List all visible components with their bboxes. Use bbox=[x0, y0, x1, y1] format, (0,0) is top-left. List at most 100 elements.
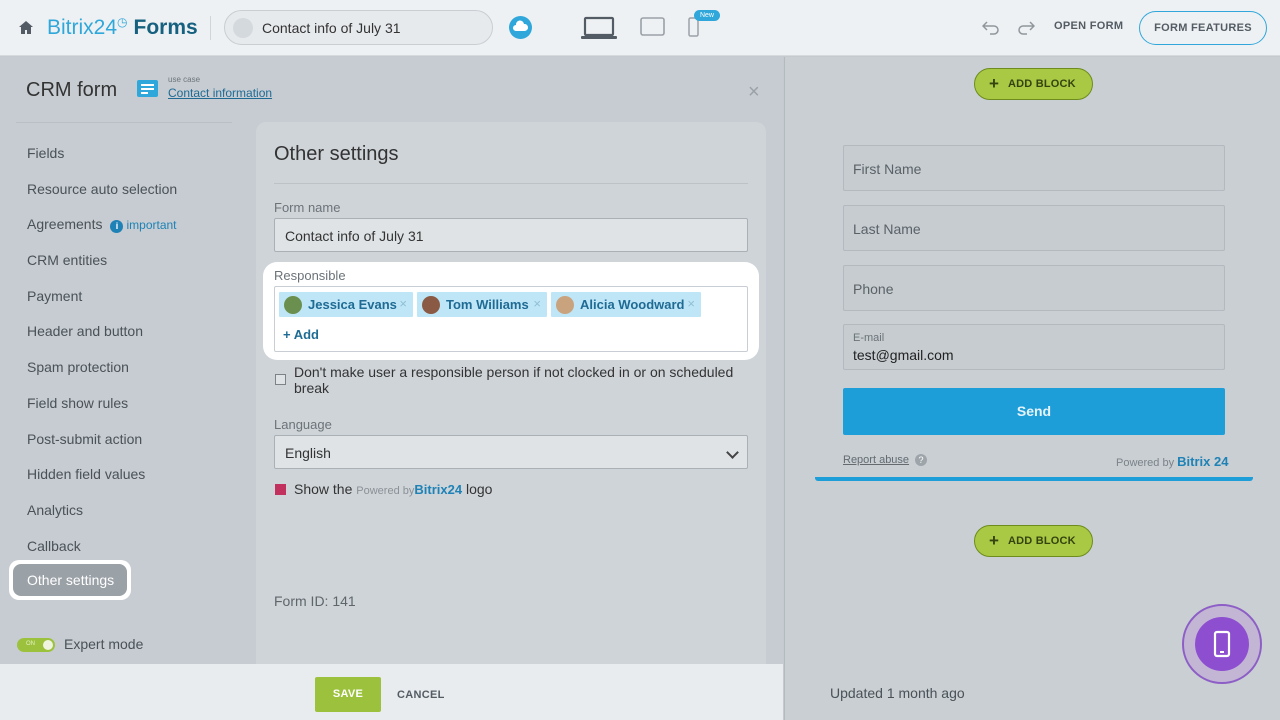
menu-item-agreements[interactable]: Agreements i important bbox=[27, 214, 177, 250]
show-logo-suffix: logo bbox=[465, 481, 493, 497]
add-block-label: ADD BLOCK bbox=[1008, 535, 1076, 547]
responsible-chip[interactable]: Tom Williams × bbox=[417, 292, 547, 317]
menu-item-label: Callback bbox=[27, 537, 81, 554]
new-badge: New bbox=[694, 10, 720, 21]
form-bottom-border bbox=[815, 477, 1253, 481]
form-name-label: Form name bbox=[274, 200, 341, 215]
form-features-button[interactable]: FORM FEATURES bbox=[1139, 11, 1267, 45]
menu-item-resource-auto-selection[interactable]: Resource auto selection bbox=[27, 179, 177, 215]
powered-by: Powered by Bitrix 24 bbox=[1116, 454, 1228, 469]
form-id: Form ID: 141 bbox=[274, 593, 356, 609]
divider bbox=[274, 183, 748, 184]
form-title-field[interactable]: Contact info of July 31 bbox=[224, 10, 493, 45]
email-value: test@gmail.com bbox=[853, 347, 954, 363]
menu-item-field-show-rules[interactable]: Field show rules bbox=[27, 393, 177, 429]
other-settings-card: Other settings Form name Contact info of… bbox=[256, 122, 766, 720]
mobile-icon bbox=[1195, 617, 1249, 671]
app-logo[interactable]: Bitrix24◷ Forms bbox=[47, 15, 198, 40]
cancel-button[interactable]: CANCEL bbox=[397, 689, 445, 701]
use-case-link[interactable]: Contact information bbox=[168, 86, 272, 100]
menu-item-header-and-button[interactable]: Header and button bbox=[27, 321, 177, 357]
menu-item-label: Spam protection bbox=[27, 359, 129, 376]
send-button[interactable]: Send bbox=[843, 388, 1225, 435]
undo-icon[interactable] bbox=[982, 19, 1000, 35]
first-name-field[interactable]: First Name bbox=[843, 145, 1225, 191]
add-block-button[interactable]: + ADD BLOCK bbox=[974, 68, 1093, 100]
responsible-chip[interactable]: Alicia Woodward × bbox=[551, 292, 701, 317]
phone-field[interactable]: Phone bbox=[843, 265, 1225, 311]
toggle-on-label: ON bbox=[26, 641, 35, 647]
use-case-label: use case bbox=[168, 75, 201, 84]
report-abuse-link[interactable]: Report abuse bbox=[843, 454, 909, 466]
close-icon[interactable]: × bbox=[748, 82, 760, 102]
mobile-preview-button[interactable] bbox=[1182, 604, 1262, 684]
menu-item-spam-protection[interactable]: Spam protection bbox=[27, 357, 177, 393]
menu-item-other-settings[interactable]: Other settings bbox=[9, 560, 131, 600]
show-logo-label: Show the Powered byBitrix24 logo bbox=[294, 481, 492, 499]
email-label: E-mail bbox=[853, 332, 885, 344]
divider bbox=[16, 122, 232, 123]
home-icon[interactable] bbox=[17, 19, 35, 37]
chevron-down-icon bbox=[726, 446, 739, 459]
menu-item-label: Payment bbox=[27, 287, 83, 304]
save-button[interactable]: SAVE bbox=[315, 677, 381, 712]
menu-item-label: Post-submit action bbox=[27, 430, 143, 447]
responsible-name: Jessica Evans bbox=[308, 297, 397, 312]
remove-icon[interactable]: × bbox=[399, 296, 407, 311]
redo-icon[interactable] bbox=[1017, 19, 1035, 35]
responsible-name: Tom Williams bbox=[446, 297, 529, 312]
plus-icon: + bbox=[989, 74, 1000, 93]
toggle-knob bbox=[43, 640, 53, 650]
add-block-label: ADD BLOCK bbox=[1008, 78, 1076, 90]
expert-mode-toggle[interactable]: ON bbox=[17, 638, 55, 652]
open-form-button[interactable]: OPEN FORM bbox=[1054, 20, 1123, 32]
plus-icon: + bbox=[989, 531, 1000, 550]
form-avatar-icon bbox=[233, 18, 253, 38]
menu-item-label: Header and button bbox=[27, 323, 143, 340]
responsible-chip[interactable]: Jessica Evans × bbox=[279, 292, 413, 317]
laptop-icon[interactable] bbox=[581, 16, 617, 40]
powered-by-text: Powered by bbox=[356, 485, 415, 497]
updated-status: Updated 1 month ago bbox=[830, 685, 965, 701]
responsible-section: Responsible Jessica Evans × Tom Williams… bbox=[263, 262, 759, 360]
form-name-input[interactable]: Contact info of July 31 bbox=[274, 218, 748, 252]
clock-icon: ◷ bbox=[117, 15, 128, 29]
responsible-name: Alicia Woodward bbox=[580, 297, 685, 312]
remove-icon[interactable]: × bbox=[687, 296, 695, 311]
menu-item-label: Hidden field values bbox=[27, 466, 146, 483]
remove-icon[interactable]: × bbox=[533, 296, 541, 311]
last-name-field[interactable]: Last Name bbox=[843, 205, 1225, 251]
settings-menu: Fields Resource auto selection Agreement… bbox=[27, 143, 177, 571]
menu-item-analytics[interactable]: Analytics bbox=[27, 500, 177, 536]
bitrix24-logo: Bitrix 24 bbox=[1177, 454, 1229, 469]
show-logo-checkbox[interactable] bbox=[275, 484, 286, 495]
menu-item-payment[interactable]: Payment bbox=[27, 286, 177, 322]
top-bar: Bitrix24◷ Forms Contact info of July 31 N… bbox=[0, 0, 1280, 56]
email-field[interactable]: E-mail test@gmail.com bbox=[843, 324, 1225, 370]
avatar bbox=[284, 296, 302, 314]
not-clocked-in-checkbox[interactable] bbox=[275, 374, 286, 385]
menu-item-post-submit-action[interactable]: Post-submit action bbox=[27, 429, 177, 465]
menu-item-fields[interactable]: Fields bbox=[27, 143, 177, 179]
section-title: Other settings bbox=[274, 143, 399, 165]
help-icon[interactable]: ? bbox=[915, 454, 927, 466]
responsible-selector[interactable]: Jessica Evans × Tom Williams × Alicia Wo… bbox=[274, 286, 748, 352]
panel-title: CRM form bbox=[26, 79, 118, 101]
menu-item-label: Resource auto selection bbox=[27, 180, 178, 197]
cloud-icon[interactable] bbox=[509, 16, 532, 39]
menu-item-hidden-field-values[interactable]: Hidden field values bbox=[27, 464, 177, 500]
language-select[interactable]: English bbox=[274, 435, 748, 469]
add-block-button[interactable]: + ADD BLOCK bbox=[974, 525, 1093, 557]
save-bar: SAVE CANCEL bbox=[0, 664, 783, 720]
avatar bbox=[422, 296, 440, 314]
menu-item-crm-entities[interactable]: CRM entities bbox=[27, 250, 177, 286]
important-badge: i important bbox=[110, 218, 177, 234]
document-icon bbox=[137, 80, 158, 97]
avatar bbox=[556, 296, 574, 314]
menu-item-label: Field show rules bbox=[27, 394, 129, 411]
not-clocked-in-label: Don't make user a responsible person if … bbox=[294, 364, 734, 396]
menu-item-label: Agreements bbox=[27, 216, 103, 233]
add-responsible-link[interactable]: + Add bbox=[283, 327, 319, 342]
tablet-icon[interactable] bbox=[640, 17, 665, 36]
menu-item-label: Analytics bbox=[27, 501, 84, 518]
